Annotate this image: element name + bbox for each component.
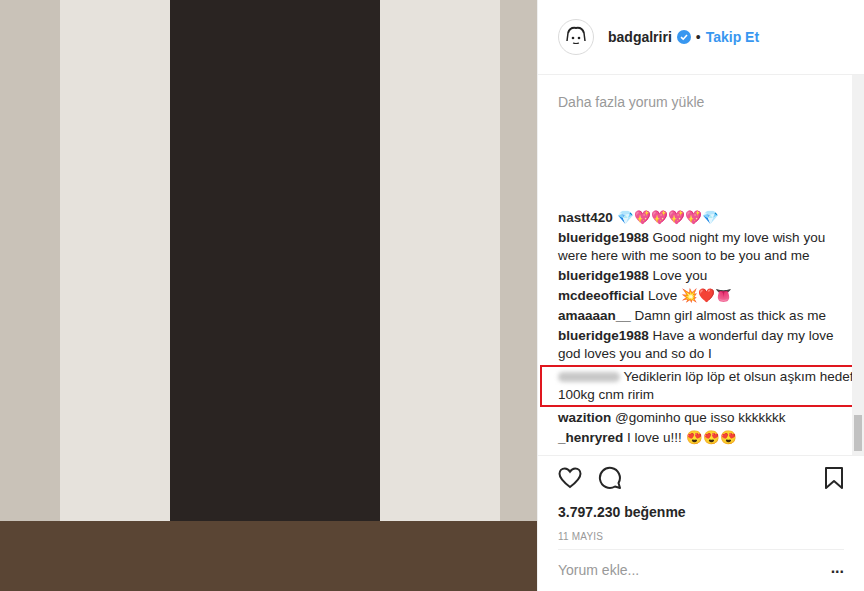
- comment-username[interactable]: _henryred: [558, 430, 623, 445]
- more-options-button[interactable]: ...: [823, 560, 844, 582]
- comment: Yediklerin löp löp et olsun aşkım hedef …: [540, 365, 864, 407]
- comment: blueridge1988 Have a wonderful day my lo…: [558, 327, 846, 363]
- comment: blueridge1988 Love you: [558, 267, 846, 285]
- comment-list: nastt420 💎💖💖💖💖💎 blueridge1988 Good night …: [558, 209, 846, 447]
- post-panel: badgalriri • Takip Et Daha fazla yorum y…: [537, 0, 864, 591]
- username[interactable]: badgalriri: [608, 27, 672, 48]
- load-more-button[interactable]: Daha fazla yorum yükle: [558, 92, 846, 113]
- comment-username[interactable]: mcdeeofficial: [558, 288, 644, 303]
- post-actions: 3.797.230 beğenme 11 MAYIS: [538, 455, 864, 549]
- verified-icon: [677, 30, 691, 44]
- post-date: 11 MAYIS: [558, 529, 844, 544]
- post-photo: [0, 0, 537, 591]
- add-comment-bar: ...: [558, 549, 844, 591]
- comment: nastt420 💎💖💖💖💖💎: [558, 209, 846, 227]
- comment-text: 💎💖💖💖💖💎: [617, 210, 719, 225]
- comment-icon[interactable]: [598, 466, 622, 490]
- comment-username[interactable]: [558, 372, 620, 382]
- comment: _henryred I love u!!! 😍😍😍: [558, 429, 846, 447]
- comments-area: Daha fazla yorum yükle nastt420 💎💖💖💖💖💎 bl…: [538, 75, 864, 455]
- comment-username[interactable]: blueridge1988: [558, 268, 649, 283]
- heart-icon[interactable]: [558, 467, 582, 489]
- comment-username[interactable]: blueridge1988: [558, 230, 649, 245]
- comment: amaaaan__ Damn girl almost as thick as m…: [558, 307, 846, 325]
- comment-input[interactable]: [558, 560, 823, 581]
- scrollbar[interactable]: [852, 75, 864, 455]
- post-header: badgalriri • Takip Et: [538, 0, 864, 75]
- comment-username[interactable]: blueridge1988: [558, 328, 649, 343]
- like-count[interactable]: 3.797.230 beğenme: [558, 502, 844, 523]
- comment-username[interactable]: nastt420: [558, 210, 613, 225]
- comment-text: Damn girl almost as thick as me: [635, 308, 826, 323]
- separator: •: [696, 27, 701, 48]
- comment-username[interactable]: amaaaan__: [558, 308, 631, 323]
- comment-text: I love u!!! 😍😍😍: [627, 430, 737, 445]
- comment-text: Love you: [653, 268, 708, 283]
- follow-button[interactable]: Takip Et: [706, 27, 759, 48]
- comment: blueridge1988 Good night my love wish yo…: [558, 229, 846, 265]
- comment-username[interactable]: wazition: [558, 410, 611, 425]
- comment: mcdeeofficial Love 💥❤️👅: [558, 287, 846, 305]
- bookmark-icon[interactable]: [824, 466, 844, 490]
- avatar-icon[interactable]: [558, 19, 594, 55]
- comment-text: @gominho que isso kkkkkkk: [615, 410, 786, 425]
- comment: wazition @gominho que isso kkkkkkk: [558, 409, 846, 427]
- comment-text: Love 💥❤️👅: [648, 288, 732, 303]
